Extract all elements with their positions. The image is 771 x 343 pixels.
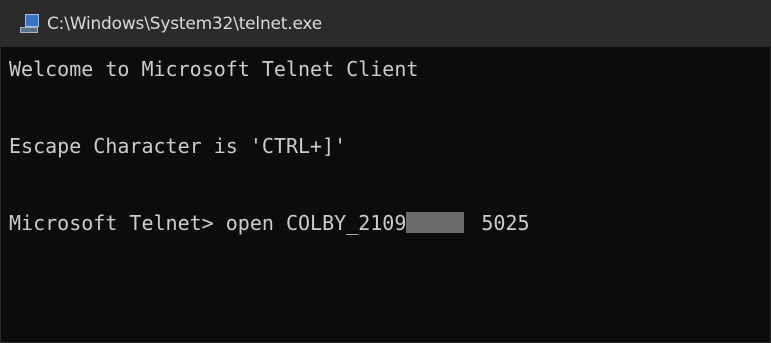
- telnet-app-icon[interactable]: [19, 13, 41, 35]
- title-bar[interactable]: C:\Windows\System32\telnet.exe: [1, 0, 770, 47]
- console-output[interactable]: Welcome to Microsoft Telnet Client Escap…: [9, 50, 770, 342]
- console-command: open COLBY_2109: [225, 211, 407, 235]
- window-title: C:\Windows\System32\telnet.exe: [47, 13, 322, 34]
- console-command-line: Microsoft Telnet> open COLBY_2109 5025: [9, 204, 770, 243]
- redacted-block: [406, 212, 465, 233]
- telnet-window: C:\Windows\System32\telnet.exe Welcome t…: [0, 0, 771, 343]
- console-prompt: Microsoft Telnet>: [9, 211, 214, 235]
- console-line-escape: Escape Character is 'CTRL+]': [9, 134, 347, 158]
- console-line-welcome: Welcome to Microsoft Telnet Client: [9, 57, 419, 81]
- console-port: 5025: [481, 211, 530, 235]
